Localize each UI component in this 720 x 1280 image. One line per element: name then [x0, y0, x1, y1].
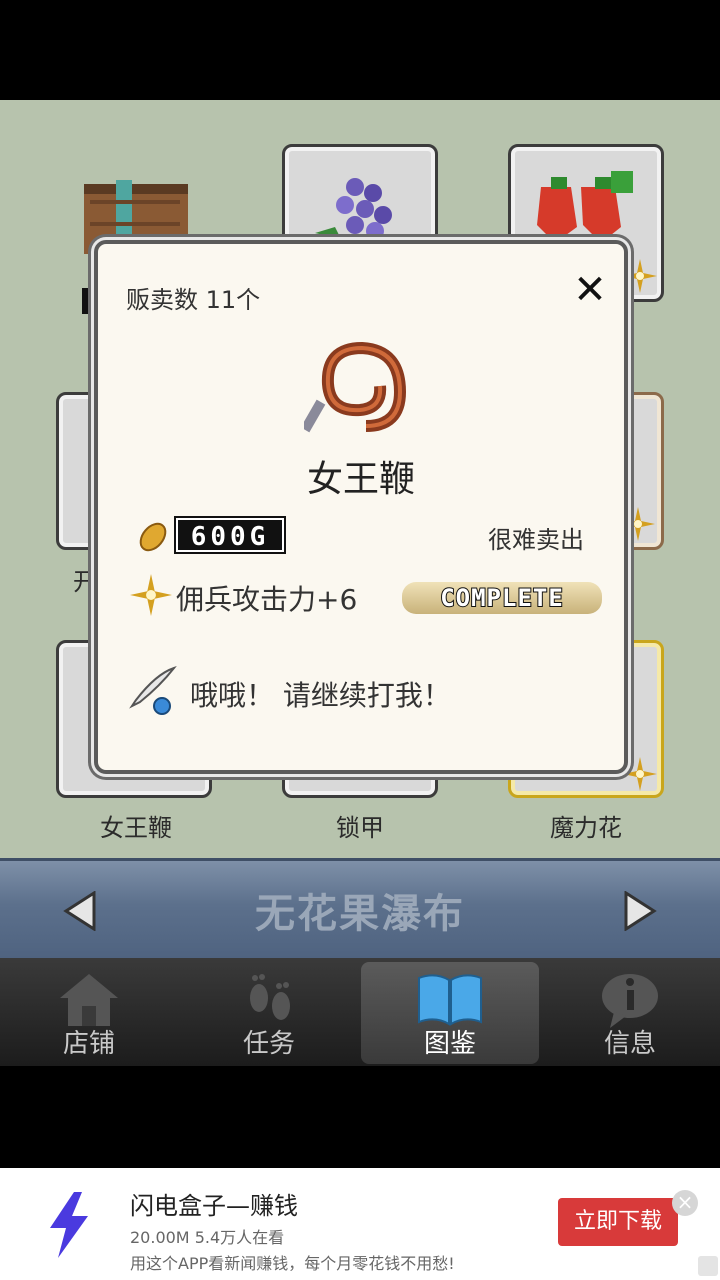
tab-shop[interactable]: 店铺: [0, 962, 178, 1064]
item-name: 女王鞭: [306, 459, 415, 500]
tab-info[interactable]: 信息: [541, 962, 719, 1064]
footprints-icon: [250, 974, 290, 1020]
region-title: 无花果瀑布: [255, 891, 465, 937]
complete-badge-text: COMPLETE: [439, 583, 564, 613]
ad-title: 闪电盒子—赚钱: [130, 1192, 298, 1220]
right-arrow-icon[interactable]: [622, 891, 658, 931]
ad-badge-icon: [698, 1256, 718, 1276]
sparkle-icon: [623, 757, 657, 791]
complete-badge: COMPLETE: [402, 582, 602, 614]
tab-catalog-label: 图鉴: [423, 1029, 476, 1059]
tab-bar: 店铺 任务 图鉴 信息: [0, 958, 720, 1066]
info-bubble-icon: [602, 974, 658, 1028]
sell-difficulty: 很难卖出: [488, 526, 584, 554]
ad-description: 用这个APP看新闻赚钱，每个月零花钱不用愁!: [130, 1254, 455, 1273]
price-badge: 600G: [174, 516, 286, 554]
sparkle-icon: [130, 574, 172, 616]
tab-shop-label: 店铺: [62, 1029, 115, 1059]
card-queen-whip-label: 女王鞭: [100, 814, 172, 842]
tab-quests[interactable]: 任务: [180, 962, 358, 1064]
bottom-black-area: [0, 1066, 720, 1168]
close-icon[interactable]: ✕: [572, 270, 608, 310]
ad-close-icon[interactable]: ×: [672, 1190, 698, 1216]
item-quote: 哦哦！ 请继续打我！: [190, 679, 451, 712]
quill-ink-icon: [129, 666, 177, 715]
sparkle-icon: [623, 259, 657, 293]
item-detail-modal: 贩卖数 11个 ✕ 女王鞭 600G 很难卖出 佣兵攻击力+6 COMPLETE…: [94, 240, 628, 774]
ad-download-button[interactable]: 立即下载: [558, 1198, 678, 1246]
book-icon: [418, 974, 482, 1026]
tab-catalog[interactable]: 图鉴: [361, 962, 539, 1064]
item-effect: 佣兵攻击力+6: [176, 583, 358, 616]
region-bar: 无花果瀑布: [0, 858, 720, 958]
ad-banner[interactable]: 闪电盒子—赚钱 20.00M 5.4万人在看 用这个APP看新闻赚钱，每个月零花…: [0, 1168, 720, 1280]
card-chainmail-label: 锁甲: [336, 814, 384, 842]
lightning-icon: [50, 1192, 88, 1258]
ad-subtitle: 20.00M 5.4万人在看: [130, 1228, 285, 1247]
tab-info-label: 信息: [603, 1029, 656, 1059]
card-magic-flower-label: 魔力花: [550, 814, 622, 842]
whip-icon: [304, 341, 407, 433]
top-black-bar: [0, 0, 720, 100]
house-icon: [60, 974, 118, 1026]
coin-icon: [139, 522, 167, 552]
tab-quests-label: 任务: [242, 1029, 295, 1059]
sold-count: 贩卖数 11个: [126, 286, 261, 314]
